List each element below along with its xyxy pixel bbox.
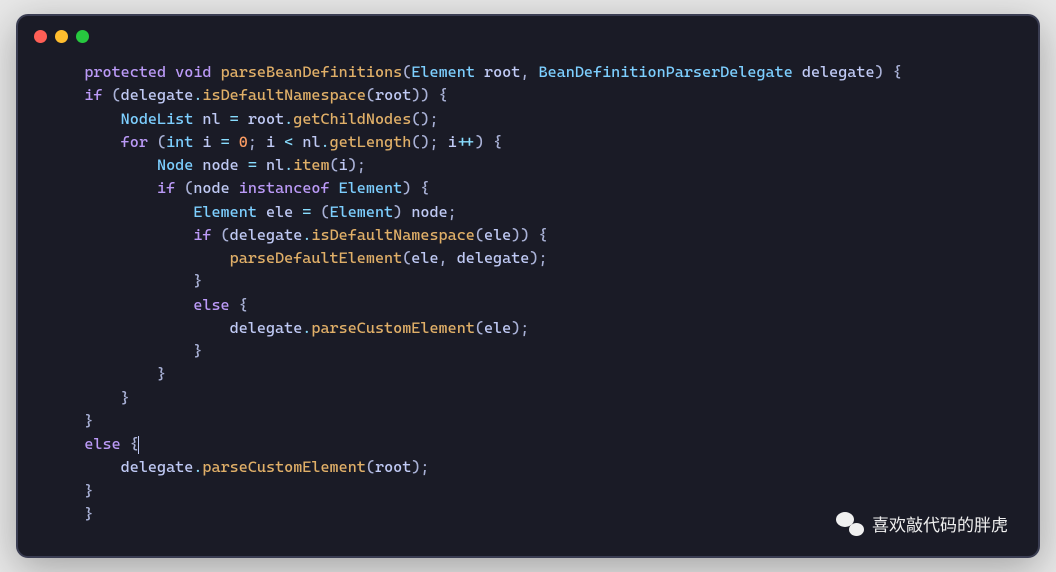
code-line: } <box>48 342 202 360</box>
code-line: for (int i = 0; i < nl.getLength(); i++)… <box>48 133 502 151</box>
code-line: } <box>48 389 130 407</box>
window-titlebar <box>18 16 1038 51</box>
close-button[interactable] <box>34 30 47 43</box>
code-line: delegate.parseCustomElement(ele); <box>48 319 529 337</box>
maximize-button[interactable] <box>76 30 89 43</box>
wechat-icon <box>836 512 864 536</box>
code-line: delegate.parseCustomElement(root); <box>48 458 429 476</box>
code-line: } <box>48 505 93 523</box>
code-line: else { <box>48 435 139 453</box>
code-line: if (node instanceof Element) { <box>48 179 429 197</box>
code-block: protected void parseBeanDefinitions(Elem… <box>18 51 1038 556</box>
watermark: 喜欢敲代码的胖虎 <box>836 511 1008 536</box>
code-line: if (delegate.isDefaultNamespace(root)) { <box>48 86 448 104</box>
code-line: NodeList nl = root.getChildNodes(); <box>48 110 439 128</box>
text-cursor <box>138 436 139 454</box>
code-line: else { <box>48 296 248 314</box>
code-line: } <box>48 412 93 430</box>
code-line: } <box>48 365 166 383</box>
code-line: if (delegate.isDefaultNamespace(ele)) { <box>48 226 548 244</box>
watermark-text: 喜欢敲代码的胖虎 <box>872 511 1008 536</box>
code-line: } <box>48 272 202 290</box>
minimize-button[interactable] <box>55 30 68 43</box>
code-line: Element ele = (Element) node; <box>48 203 457 221</box>
code-line: protected void parseBeanDefinitions(Elem… <box>48 63 902 81</box>
code-line: Node node = nl.item(i); <box>48 156 366 174</box>
code-window: protected void parseBeanDefinitions(Elem… <box>16 14 1040 558</box>
code-line: } <box>48 482 93 500</box>
code-line: parseDefaultElement(ele, delegate); <box>48 249 548 267</box>
